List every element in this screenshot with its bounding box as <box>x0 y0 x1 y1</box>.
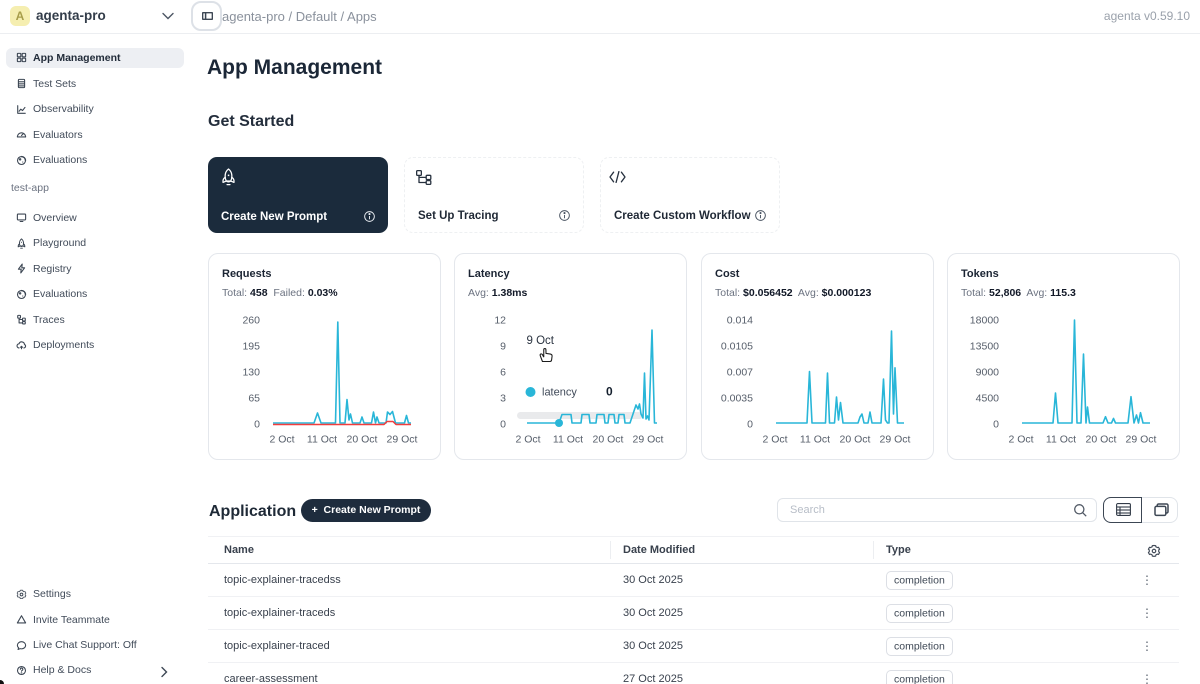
svg-text:20 Oct: 20 Oct <box>347 434 378 446</box>
svg-text:20 Oct: 20 Oct <box>1086 434 1117 446</box>
svg-text:29 Oct: 29 Oct <box>880 434 911 446</box>
svg-text:0: 0 <box>993 419 999 431</box>
svg-text:20 Oct: 20 Oct <box>593 434 624 446</box>
svg-text:0: 0 <box>254 419 260 431</box>
svg-text:0.0035: 0.0035 <box>721 393 753 405</box>
svg-text:0.014: 0.014 <box>727 315 753 327</box>
svg-text:9000: 9000 <box>976 367 1000 379</box>
svg-text:4500: 4500 <box>976 393 1000 405</box>
svg-text:0.0105: 0.0105 <box>721 341 753 353</box>
svg-text:20 Oct: 20 Oct <box>840 434 871 446</box>
svg-text:29 Oct: 29 Oct <box>633 434 664 446</box>
svg-text:9 Oct: 9 Oct <box>527 335 555 347</box>
svg-text:0: 0 <box>747 419 753 431</box>
svg-text:11 Oct: 11 Oct <box>1046 434 1076 446</box>
svg-text:13500: 13500 <box>970 341 999 353</box>
svg-text:260: 260 <box>242 315 260 327</box>
svg-text:0: 0 <box>500 419 506 431</box>
svg-text:3: 3 <box>500 393 506 405</box>
svg-text:2 Oct: 2 Oct <box>1008 434 1033 446</box>
svg-text:12: 12 <box>494 315 506 327</box>
svg-text:0: 0 <box>606 385 613 399</box>
svg-text:195: 195 <box>242 341 260 353</box>
svg-text:11 Oct: 11 Oct <box>553 434 583 446</box>
svg-text:18000: 18000 <box>970 315 999 327</box>
svg-text:130: 130 <box>242 367 260 379</box>
svg-text:6: 6 <box>500 367 506 379</box>
svg-text:2 Oct: 2 Oct <box>762 434 787 446</box>
svg-text:2 Oct: 2 Oct <box>269 434 294 446</box>
svg-text:2 Oct: 2 Oct <box>515 434 540 446</box>
svg-text:65: 65 <box>248 393 260 405</box>
svg-text:9: 9 <box>500 341 506 353</box>
svg-text:0.007: 0.007 <box>727 367 753 379</box>
svg-text:29 Oct: 29 Oct <box>387 434 418 446</box>
svg-text:11 Oct: 11 Oct <box>800 434 830 446</box>
svg-text:11 Oct: 11 Oct <box>307 434 337 446</box>
svg-text:latency: latency <box>542 387 577 399</box>
svg-text:29 Oct: 29 Oct <box>1126 434 1157 446</box>
